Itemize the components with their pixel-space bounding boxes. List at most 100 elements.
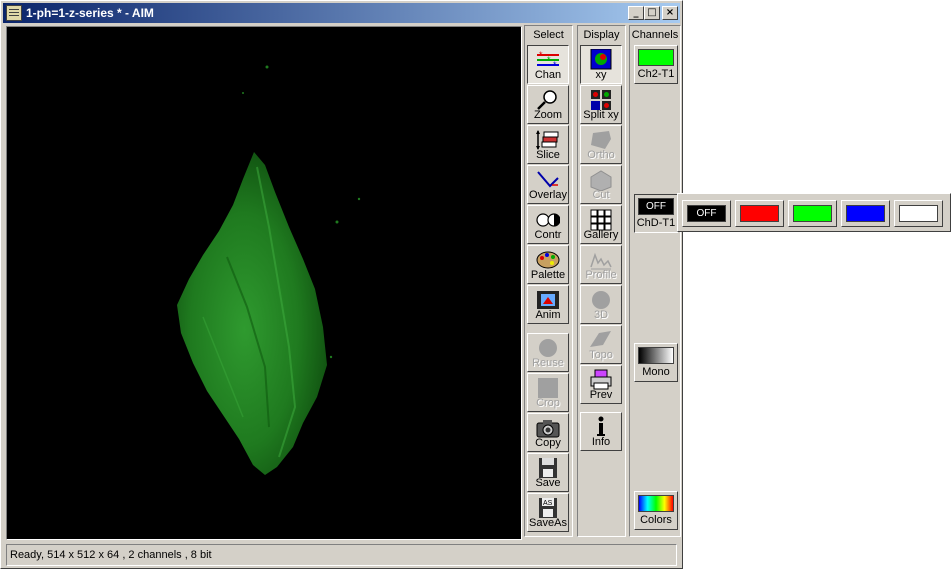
channel-ch2-swatch [638,49,674,66]
profile-button[interactable]: Profile [580,245,622,284]
profile-icon [590,252,612,270]
channels-panel: Channels Ch2-T1 OFF ChD-T1 Mono Colors [629,25,681,537]
channel-ch2-label: Ch2-T1 [637,68,675,80]
crop-button[interactable]: Crop [527,373,569,412]
colors-label: Colors [640,514,672,526]
maximize-button[interactable]: □ [644,6,660,20]
palette-label: Palette [530,269,566,281]
microscopy-image [177,65,361,475]
color-white-swatch [899,205,938,222]
3d-button[interactable]: 3D [580,285,622,324]
contr-label: Contr [534,229,562,241]
mono-button[interactable]: Mono [634,343,678,382]
status-bar: Ready, 514 x 512 x 64 , 2 channels , 8 b… [6,544,677,566]
color-blue-swatch [846,205,885,222]
xy-button[interactable]: xy [580,45,622,84]
copy-label: Copy [535,437,561,449]
save-label: Save [535,477,561,489]
select-panel: Select * * * Chan Zoom Slice Overlay Con… [524,25,573,537]
crop-label: Crop [536,397,560,409]
svg-text:*: * [539,50,543,60]
select-header: Select [533,29,564,41]
ortho-label: Ortho [587,149,615,161]
gallery-grid-icon [590,209,612,231]
info-icon [597,416,605,436]
cut-icon [590,170,612,191]
overlay-button[interactable]: Overlay [527,165,569,204]
cut-label: Cut [592,189,610,201]
xy-label: xy [595,69,607,81]
rainbow-gradient-icon [638,495,674,512]
overlay-label: Overlay [529,189,567,201]
gallery-label: Gallery [583,229,619,241]
camera-icon [536,420,560,438]
color-option-blue[interactable] [841,200,890,227]
saveas-label: SaveAs [529,517,567,529]
channel-color-popup: OFF [677,193,951,232]
gallery-button[interactable]: Gallery [580,205,622,244]
3d-icon [592,291,610,309]
window-title: 1-ph=1-z-series * - AIM [26,6,154,20]
contr-button[interactable]: Contr [527,205,569,244]
split-xy-button[interactable]: Split xy [580,85,622,124]
palette-button[interactable]: Palette [527,245,569,284]
mono-label: Mono [642,366,670,378]
color-option-off[interactable]: OFF [682,200,731,227]
svg-text:AS: AS [543,500,553,507]
slice-stack-icon [536,130,559,150]
profile-label: Profile [585,269,617,281]
ortho-button[interactable]: Ortho [580,125,622,164]
slice-button[interactable]: Slice [527,125,569,164]
prev-label: Prev [589,389,613,401]
reuse-icon [539,339,557,357]
reuse-button[interactable]: Reuse [527,333,569,372]
svg-text:*: * [547,55,551,65]
color-option-red[interactable] [735,200,784,227]
mono-gradient-icon [638,347,674,364]
color-option-green[interactable] [788,200,837,227]
contrast-icon [536,213,560,227]
zoom-button[interactable]: Zoom [527,85,569,124]
floppy-as-icon: AS [539,498,557,518]
channels-header: Channels [631,29,679,41]
channel-ch2-button[interactable]: Ch2-T1 [634,45,678,84]
chan-button[interactable]: * * * Chan [527,45,569,84]
floppy-icon [539,458,557,478]
colors-button[interactable]: Colors [634,491,678,530]
magnifier-icon [537,90,557,110]
anim-label: Anim [535,309,561,321]
reuse-label: Reuse [532,357,564,369]
cut-button[interactable]: Cut [580,165,622,204]
save-button[interactable]: Save [527,453,569,492]
anim-button[interactable]: Anim [527,285,569,324]
info-label: Info [591,436,611,448]
split-xy-icon [591,90,611,110]
channel-chd-button[interactable]: OFF ChD-T1 [634,194,678,233]
xy-icon [590,49,612,70]
topo-icon [590,331,611,347]
channel-chd-label: ChD-T1 [636,217,676,229]
topo-button[interactable]: Topo [580,325,622,364]
display-panel: Display xy Split xy Ortho Cut Gallery Pr… [577,25,626,537]
printer-icon [590,369,612,390]
topo-label: Topo [589,349,613,361]
prev-button[interactable]: Prev [580,365,622,404]
image-viewport[interactable] [6,26,522,540]
overlay-icon [537,171,559,188]
copy-button[interactable]: Copy [527,413,569,452]
info-button[interactable]: Info [580,412,622,451]
channel-chd-swatch: OFF [638,198,674,215]
title-bar[interactable]: 1-ph=1-z-series * - AIM _ □ × [3,3,680,23]
minimize-button[interactable]: _ [628,6,644,20]
zoom-label: Zoom [533,109,563,121]
3d-label: 3D [593,309,609,321]
color-option-white[interactable] [894,200,943,227]
ortho-icon [591,131,611,149]
display-header: Display [583,29,620,41]
color-off-swatch: OFF [687,205,726,222]
color-green-swatch [793,205,832,222]
close-button[interactable]: × [662,6,678,20]
saveas-button[interactable]: AS SaveAs [527,493,569,532]
crop-icon [538,378,558,398]
app-icon[interactable] [6,5,22,21]
